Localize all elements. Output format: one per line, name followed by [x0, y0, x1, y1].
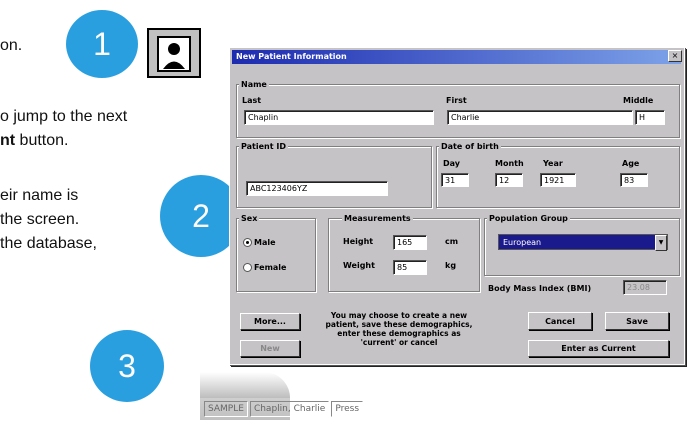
chevron-down-icon[interactable]: ▼ [655, 235, 667, 251]
height-unit: cm [445, 237, 459, 246]
instruction-bold-word: nt [0, 132, 16, 149]
choice-message: You may choose to create a new patient, … [325, 311, 473, 347]
statusbar-cells: SAMPLE Chaplin, Charlie Press [204, 401, 364, 417]
patient-id-label: Patient ID [239, 142, 288, 151]
step-badge-3: 3 [90, 330, 164, 402]
measurements-group [328, 218, 480, 292]
cancel-button[interactable]: Cancel [528, 312, 592, 330]
female-radio[interactable] [243, 263, 252, 272]
year-label: Year [543, 159, 563, 168]
height-field[interactable]: 165 [393, 235, 427, 250]
male-label: Male [254, 238, 276, 247]
first-name-field[interactable]: Charlie [447, 110, 633, 125]
dialog-title: New Patient Information [236, 52, 347, 61]
first-name-label: First [446, 96, 467, 105]
day-label: Day [443, 159, 461, 168]
instruction-line-3: nt button. [0, 132, 68, 150]
height-label: Height [343, 237, 374, 246]
sex-label: Sex [239, 214, 260, 223]
step-badge-1: 1 [66, 10, 138, 78]
bmi-label: Body Mass Index (BMI) [488, 284, 592, 293]
instruction-line-4: eir name is [0, 187, 79, 204]
instruction-line-6: the database, [0, 235, 97, 252]
statusbar-press: Press [331, 401, 364, 417]
population-value: European [503, 238, 542, 247]
person-icon [157, 36, 191, 72]
dob-label: Date of birth [439, 142, 501, 151]
statusbar-patient-name: Chaplin, Charlie [249, 401, 330, 417]
instruction-line-5: the screen. [0, 211, 80, 228]
bmi-field: 23.08 [623, 280, 667, 295]
patient-id-group [236, 146, 432, 208]
sex-group [236, 218, 316, 292]
new-patient-dialog: New Patient Information × Name Last Chap… [229, 47, 685, 365]
instruction-line-3-rest: button. [15, 132, 69, 149]
month-label: Month [495, 159, 524, 168]
last-name-label: Last [242, 96, 262, 105]
day-field[interactable]: 31 [441, 173, 469, 187]
save-button[interactable]: Save [605, 312, 669, 330]
population-dropdown[interactable]: European ▼ [498, 234, 668, 251]
month-field[interactable]: 12 [495, 173, 523, 187]
age-field: 83 [620, 173, 648, 187]
female-label: Female [254, 263, 287, 272]
instruction-line-2: o jump to the next [0, 108, 128, 125]
middle-name-label: Middle [623, 96, 654, 105]
statusbar-fade [200, 372, 290, 398]
enter-as-current-button[interactable]: Enter as Current [528, 340, 669, 357]
male-radio[interactable] [243, 238, 252, 247]
last-name-field[interactable]: Chaplin [244, 110, 434, 125]
new-patient-toolbar-button[interactable] [147, 28, 201, 78]
instruction-line-1: on. [0, 37, 23, 54]
measurements-label: Measurements [342, 214, 413, 223]
middle-name-field[interactable]: H [635, 110, 665, 125]
weight-field[interactable]: 85 [393, 260, 427, 275]
population-group-label: Population Group [487, 214, 570, 223]
weight-unit: kg [445, 261, 457, 270]
statusbar-sample: SAMPLE [204, 401, 248, 417]
age-label: Age [622, 159, 640, 168]
year-field[interactable]: 1921 [540, 173, 576, 187]
dialog-title-bar: New Patient Information [232, 50, 681, 64]
name-group-label: Name [239, 80, 269, 89]
new-button[interactable]: New [240, 340, 300, 357]
patient-id-field[interactable]: ABC123406YZ [246, 181, 388, 196]
more-button[interactable]: More... [240, 313, 300, 330]
weight-label: Weight [343, 261, 375, 270]
close-icon[interactable]: × [668, 50, 682, 62]
